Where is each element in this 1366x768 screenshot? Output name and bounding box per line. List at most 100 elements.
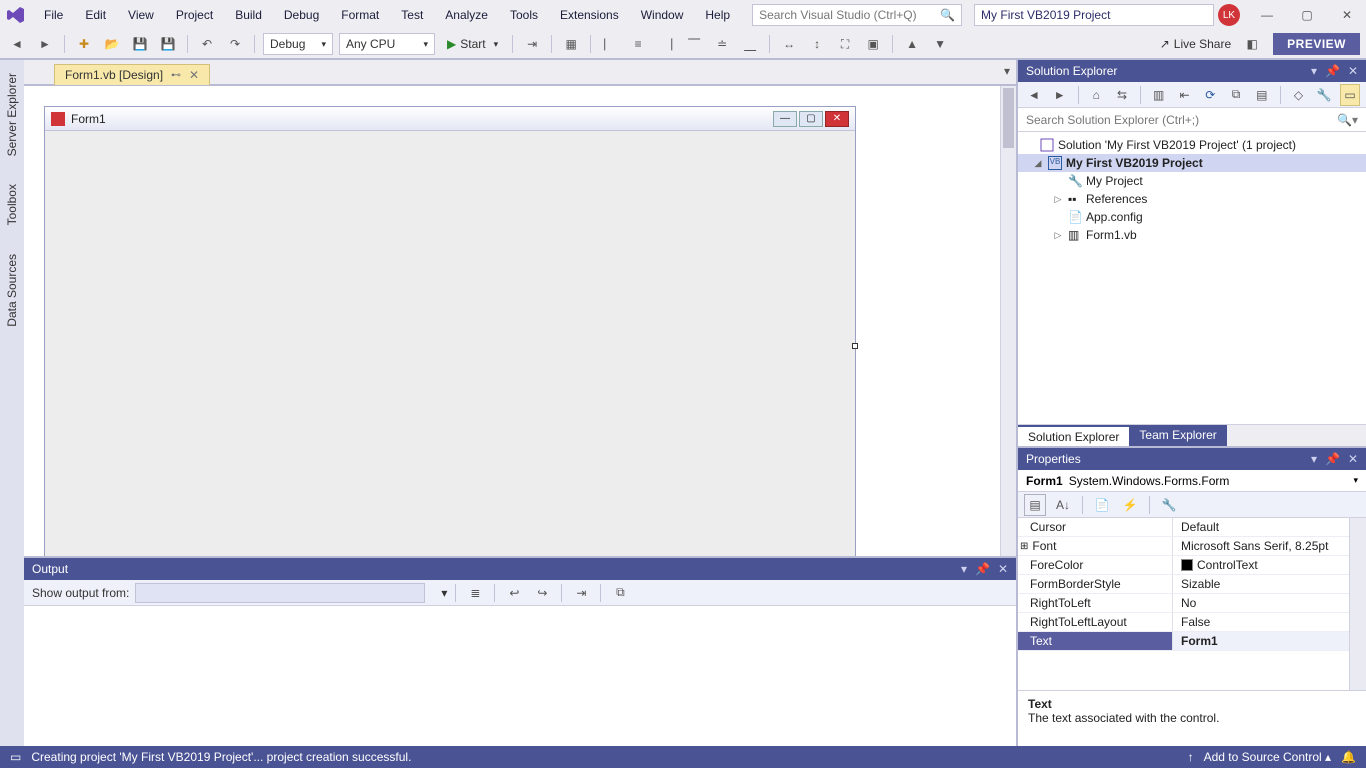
designer-form[interactable]: Form1 — ▢ ✕	[44, 106, 856, 556]
solution-explorer-header[interactable]: Solution Explorer ▾ 📌 ✕	[1018, 60, 1366, 82]
property-row[interactable]: CursorDefault	[1018, 518, 1349, 537]
wrench-icon[interactable]: 🔧	[1158, 494, 1180, 516]
resize-handle[interactable]	[852, 343, 858, 349]
properties-object-selector[interactable]: Form1 System.Windows.Forms.Form ▾	[1018, 470, 1366, 492]
wrap-icon-2[interactable]: ↪	[531, 582, 553, 604]
align-grid-icon[interactable]: ▦	[560, 33, 582, 55]
property-row[interactable]: ⊞FontMicrosoft Sans Serif, 8.25pt	[1018, 537, 1349, 556]
menu-help[interactable]: Help	[695, 4, 740, 26]
search-input[interactable]: Search Visual Studio (Ctrl+Q) 🔍	[752, 4, 962, 26]
indent-icon[interactable]: ⇥	[570, 582, 592, 604]
tree-item[interactable]: 📄App.config	[1018, 208, 1366, 226]
side-tab-server-explorer[interactable]: Server Explorer	[2, 66, 22, 163]
nav-fwd-button[interactable]: ►	[34, 33, 56, 55]
vspacing-icon[interactable]: ↕	[806, 33, 828, 55]
center-icon[interactable]: ▣	[862, 33, 884, 55]
bring-front-icon[interactable]: ▲	[901, 33, 923, 55]
menu-extensions[interactable]: Extensions	[550, 4, 629, 26]
property-row[interactable]: RightToLeftLayoutFalse	[1018, 613, 1349, 632]
tab-solution-explorer[interactable]: Solution Explorer	[1018, 425, 1129, 446]
property-row[interactable]: TextForm1	[1018, 632, 1349, 651]
live-share-link[interactable]: ↗Live Share	[1160, 37, 1231, 51]
window-position-icon[interactable]: ▾	[961, 562, 967, 576]
properties-scrollbar[interactable]	[1349, 518, 1366, 690]
fwd-icon[interactable]: ►	[1050, 84, 1070, 106]
output-source-combo[interactable]	[135, 583, 425, 603]
send-back-icon[interactable]: ▼	[929, 33, 951, 55]
redo-button[interactable]: ↷	[224, 33, 246, 55]
config-combo[interactable]: Debug▾	[263, 33, 333, 55]
menu-edit[interactable]: Edit	[75, 4, 116, 26]
menu-window[interactable]: Window	[631, 4, 694, 26]
feedback-icon[interactable]: ◧	[1241, 33, 1263, 55]
close-icon[interactable]: ✕	[189, 68, 199, 82]
align-center-icon[interactable]: ≡	[627, 33, 649, 55]
solution-tree[interactable]: Solution 'My First VB2019 Project' (1 pr…	[1018, 132, 1366, 424]
property-pages-icon[interactable]: 📄	[1091, 494, 1113, 516]
preview-button[interactable]: PREVIEW	[1273, 33, 1360, 55]
copy-icon[interactable]: ⧉	[1226, 84, 1246, 106]
property-row[interactable]: ForeColorControlText	[1018, 556, 1349, 575]
solution-root[interactable]: Solution 'My First VB2019 Project' (1 pr…	[1018, 136, 1366, 154]
close-button[interactable]: ✕	[1334, 5, 1360, 25]
platform-combo[interactable]: Any CPU▾	[339, 33, 435, 55]
output-body[interactable]	[24, 606, 1016, 746]
maximize-button[interactable]: ▢	[1294, 5, 1320, 25]
project-node[interactable]: ◢ VB My First VB2019 Project	[1018, 154, 1366, 172]
new-project-button[interactable]: ✚	[73, 33, 95, 55]
save-button[interactable]: 💾	[129, 33, 151, 55]
align-bottom-icon[interactable]: ⎽	[739, 33, 761, 55]
tree-item[interactable]: ▷▪▪References	[1018, 190, 1366, 208]
align-left-icon[interactable]: ⎸	[599, 33, 621, 55]
menu-test[interactable]: Test	[391, 4, 433, 26]
document-tab[interactable]: Form1.vb [Design] ⊷ ✕	[54, 64, 210, 85]
output-header[interactable]: Output ▾ 📌 ✕	[24, 558, 1016, 580]
add-source-control-button[interactable]: Add to Source Control ▴	[1204, 750, 1331, 764]
collapse-icon[interactable]: ⇤	[1175, 84, 1195, 106]
window-position-icon[interactable]: ▾	[1311, 452, 1317, 466]
align-middle-icon[interactable]: ≐	[711, 33, 733, 55]
solution-search-input[interactable]: Search Solution Explorer (Ctrl+;) 🔍▾	[1018, 108, 1366, 132]
minimize-button[interactable]: —	[1254, 5, 1280, 25]
expander-icon[interactable]: ◢	[1032, 158, 1044, 169]
start-button[interactable]: ▶Start▾	[441, 37, 504, 51]
menu-tools[interactable]: Tools	[500, 4, 548, 26]
wrap-icon[interactable]: ↩	[503, 582, 525, 604]
hspacing-icon[interactable]: ↔	[778, 33, 800, 55]
pin-icon[interactable]: 📌	[1325, 452, 1340, 466]
align-top-icon[interactable]: ⎺	[683, 33, 705, 55]
solution-name-box[interactable]: My First VB2019 Project	[974, 4, 1214, 26]
properties-icon[interactable]: ▤	[1252, 84, 1272, 106]
alphabetical-icon[interactable]: A↓	[1052, 494, 1074, 516]
tree-item[interactable]: 🔧My Project	[1018, 172, 1366, 190]
show-all-icon[interactable]: ▥	[1149, 84, 1169, 106]
clear-icon[interactable]: ≣	[464, 582, 486, 604]
side-tab-toolbox[interactable]: Toolbox	[2, 177, 22, 232]
open-button[interactable]: 📂	[101, 33, 123, 55]
step-button[interactable]: ⇥	[521, 33, 543, 55]
vertical-scrollbar[interactable]	[1000, 86, 1016, 556]
tree-item[interactable]: ▷▥Form1.vb	[1018, 226, 1366, 244]
toggle-icon[interactable]: ⧉	[609, 582, 631, 604]
menu-format[interactable]: Format	[331, 4, 389, 26]
refresh-icon[interactable]: ⟳	[1200, 84, 1220, 106]
undo-button[interactable]: ↶	[196, 33, 218, 55]
close-icon[interactable]: ✕	[1348, 64, 1358, 78]
properties-header[interactable]: Properties ▾ 📌 ✕	[1018, 448, 1366, 470]
close-icon[interactable]: ✕	[1348, 452, 1358, 466]
wrench-icon[interactable]: 🔧	[1314, 84, 1334, 106]
side-tab-data-sources[interactable]: Data Sources	[2, 247, 22, 334]
menu-debug[interactable]: Debug	[274, 4, 329, 26]
pin-icon[interactable]: 📌	[975, 562, 990, 576]
preview-icon[interactable]: ▭	[1340, 84, 1360, 106]
avatar[interactable]: LK	[1218, 4, 1240, 26]
size-icon[interactable]: ⛶	[834, 33, 856, 55]
menu-analyze[interactable]: Analyze	[435, 4, 498, 26]
events-icon[interactable]: ⚡	[1119, 494, 1141, 516]
close-icon[interactable]: ✕	[998, 562, 1008, 576]
menu-view[interactable]: View	[118, 4, 164, 26]
form-designer-surface[interactable]: Form1 — ▢ ✕	[24, 86, 1016, 556]
view-code-icon[interactable]: ◇	[1289, 84, 1309, 106]
menu-file[interactable]: File	[34, 4, 73, 26]
menu-project[interactable]: Project	[166, 4, 223, 26]
